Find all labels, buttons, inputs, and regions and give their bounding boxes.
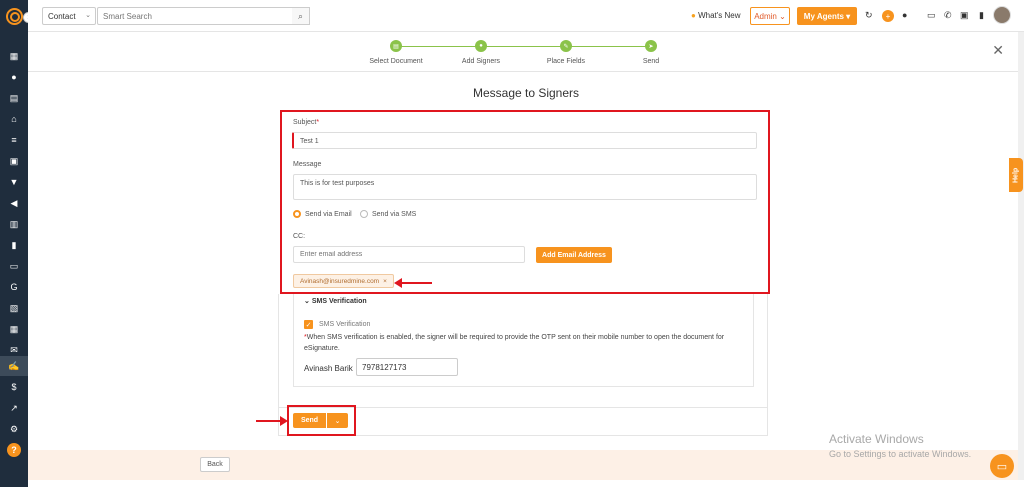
step-label: Select Document — [369, 58, 423, 65]
subject-input[interactable]: Test 1 — [292, 132, 757, 149]
cc-email-input[interactable] — [293, 246, 525, 263]
sms-heading-text: SMS Verification — [311, 298, 367, 305]
megaphone-icon[interactable]: ◀ — [0, 193, 28, 213]
step-add-signers[interactable]: ● Add Signers — [441, 40, 521, 65]
calendar-icon[interactable]: ▦ — [0, 319, 28, 339]
annotation-arrow — [256, 416, 288, 426]
video-icon[interactable]: ▭ — [927, 10, 936, 21]
sms-note: *When SMS verification is enabled, the s… — [304, 332, 744, 354]
send-dropdown-chevron-icon[interactable]: ⌄ — [327, 413, 348, 428]
subject-label: Subject* — [293, 119, 319, 126]
send-icon: ➤ — [645, 40, 657, 52]
flame-icon: ● — [691, 11, 696, 20]
send-via-email-radio[interactable]: Send via Email — [293, 210, 352, 218]
message-form: Subject* Test 1 Message This is for test… — [280, 110, 770, 294]
smart-search-input[interactable] — [97, 7, 309, 25]
edit-icon: ✎ — [560, 40, 572, 52]
top-header: Contact ⌄ ⌕ ● What's New Admin ⌄ My Agen… — [28, 0, 1024, 32]
signer-phone-value: 7978127173 — [362, 363, 407, 372]
subject-value: Test 1 — [300, 138, 319, 145]
trend-icon[interactable]: ↗ — [0, 398, 28, 418]
google-icon[interactable]: G — [0, 277, 28, 297]
message-label: Message — [293, 161, 322, 168]
refresh-icon[interactable]: ↻ — [865, 10, 873, 21]
notes-icon[interactable]: ▥ — [0, 214, 28, 234]
step-send[interactable]: ➤ Send — [611, 40, 691, 65]
settings-icon[interactable]: ⚙ — [0, 419, 28, 439]
step-label: Place Fields — [546, 58, 586, 65]
cc-email-chip-text: Avinash@insuredmine.com — [300, 277, 380, 285]
sms-verification-heading[interactable]: ⌄ SMS Verification — [304, 297, 367, 305]
chip-icon[interactable]: ▣ — [960, 10, 969, 21]
chevron-down-icon: ⌄ — [304, 298, 310, 305]
send-button[interactable]: Send — [293, 413, 326, 428]
chat-icon[interactable]: ▭ — [990, 454, 1014, 478]
plus-icon[interactable]: + — [882, 10, 894, 22]
radio-unselected-icon — [360, 210, 368, 218]
scrollbar[interactable] — [1018, 32, 1024, 480]
admin-dropdown[interactable]: Admin ⌄ — [750, 7, 790, 25]
step-label: Add Signers — [461, 58, 501, 65]
send-via-sms-label: Send via SMS — [372, 210, 417, 218]
signer-name: Avinash Barik — [304, 364, 353, 373]
remove-chip-icon[interactable]: × — [383, 278, 387, 285]
signer-phone-input[interactable]: 7978127173 — [356, 358, 458, 376]
contact-select[interactable]: Contact ⌄ — [42, 7, 96, 25]
page-title: Message to Signers — [472, 86, 580, 100]
help-tab[interactable]: Help — [1009, 158, 1023, 192]
chevron-down-icon: ⌄ — [85, 12, 91, 19]
device-icon[interactable]: ▮ — [979, 10, 984, 21]
message-value: This is for test purposes — [300, 180, 375, 187]
contact-select-value: Contact — [48, 12, 76, 21]
annotation-arrow — [394, 278, 432, 288]
send-via-sms-radio[interactable]: Send via SMS — [360, 210, 416, 218]
funnel-icon[interactable]: ▼ — [0, 172, 28, 192]
folder-icon[interactable]: ▭ — [0, 256, 28, 276]
subject-label-text: Subject — [293, 119, 317, 126]
report-icon[interactable]: ▧ — [0, 298, 28, 318]
esignature-icon[interactable]: ✍ — [0, 356, 28, 376]
cc-label: CC: — [293, 233, 306, 240]
cc-email-chip: Avinash@insuredmine.com × — [293, 274, 394, 288]
left-sidebar: ▦ ● ▤ ⌂ ≡ ▣ ▼ ◀ ▥ ▮ ▭ G ▧ ▦ ✉ ✍ $ ↗ ⚙ ? — [0, 0, 28, 487]
radio-selected-icon — [293, 210, 301, 218]
whats-new-label: What's New — [698, 11, 741, 20]
app-logo-icon[interactable] — [6, 8, 23, 25]
required-star: * — [316, 119, 320, 126]
whats-new-link[interactable]: ● What's New — [691, 11, 741, 20]
step-select-document[interactable]: ▤ Select Document — [356, 40, 436, 65]
admin-label: Admin — [754, 11, 777, 21]
activate-windows-title: Activate Windows — [829, 432, 924, 446]
step-place-fields[interactable]: ✎ Place Fields — [526, 40, 606, 65]
billing-icon[interactable]: $ — [0, 377, 28, 397]
activate-windows-subtitle: Go to Settings to activate Windows. — [829, 449, 972, 459]
send-highlight: Send ⌄ — [287, 405, 356, 436]
wizard-stepper: ▤ Select Document ● Add Signers ✎ Place … — [28, 32, 1024, 72]
sms-checkbox-label: SMS Verification — [319, 321, 371, 328]
document-icon: ▤ — [390, 40, 402, 52]
sms-verification-checkbox[interactable]: ✓ — [304, 320, 313, 329]
list-icon[interactable]: ≡ — [0, 130, 28, 150]
bank-icon[interactable]: ⌂ — [0, 109, 28, 129]
back-button[interactable]: Back — [200, 457, 230, 472]
search-icon[interactable]: ⌕ — [292, 7, 310, 25]
analytics-icon[interactable]: ▮ — [0, 235, 28, 255]
close-icon[interactable]: ✕ — [992, 42, 1004, 59]
contacts-icon[interactable]: ● — [0, 67, 28, 87]
home-icon[interactable]: ▦ — [0, 46, 28, 66]
help-icon[interactable]: ? — [7, 443, 21, 457]
add-email-address-button[interactable]: Add Email Address — [536, 247, 612, 263]
my-agents-button[interactable]: My Agents ▾ — [797, 7, 857, 25]
user-icon[interactable]: ● — [902, 10, 907, 20]
sms-verification-panel: ⌄ SMS Verification ✓ SMS Verification *W… — [293, 294, 754, 387]
my-agents-label: My Agents — [803, 11, 844, 21]
image-icon[interactable]: ▣ — [0, 151, 28, 171]
avatar[interactable] — [993, 6, 1011, 24]
phone-icon[interactable]: ✆ — [944, 10, 952, 21]
sms-note-text: When SMS verification is enabled, the si… — [304, 334, 725, 352]
send-via-email-label: Send via Email — [305, 210, 352, 218]
step-label: Send — [642, 58, 660, 65]
signer-icon: ● — [475, 40, 487, 52]
message-textarea[interactable]: This is for test purposes — [293, 174, 757, 200]
